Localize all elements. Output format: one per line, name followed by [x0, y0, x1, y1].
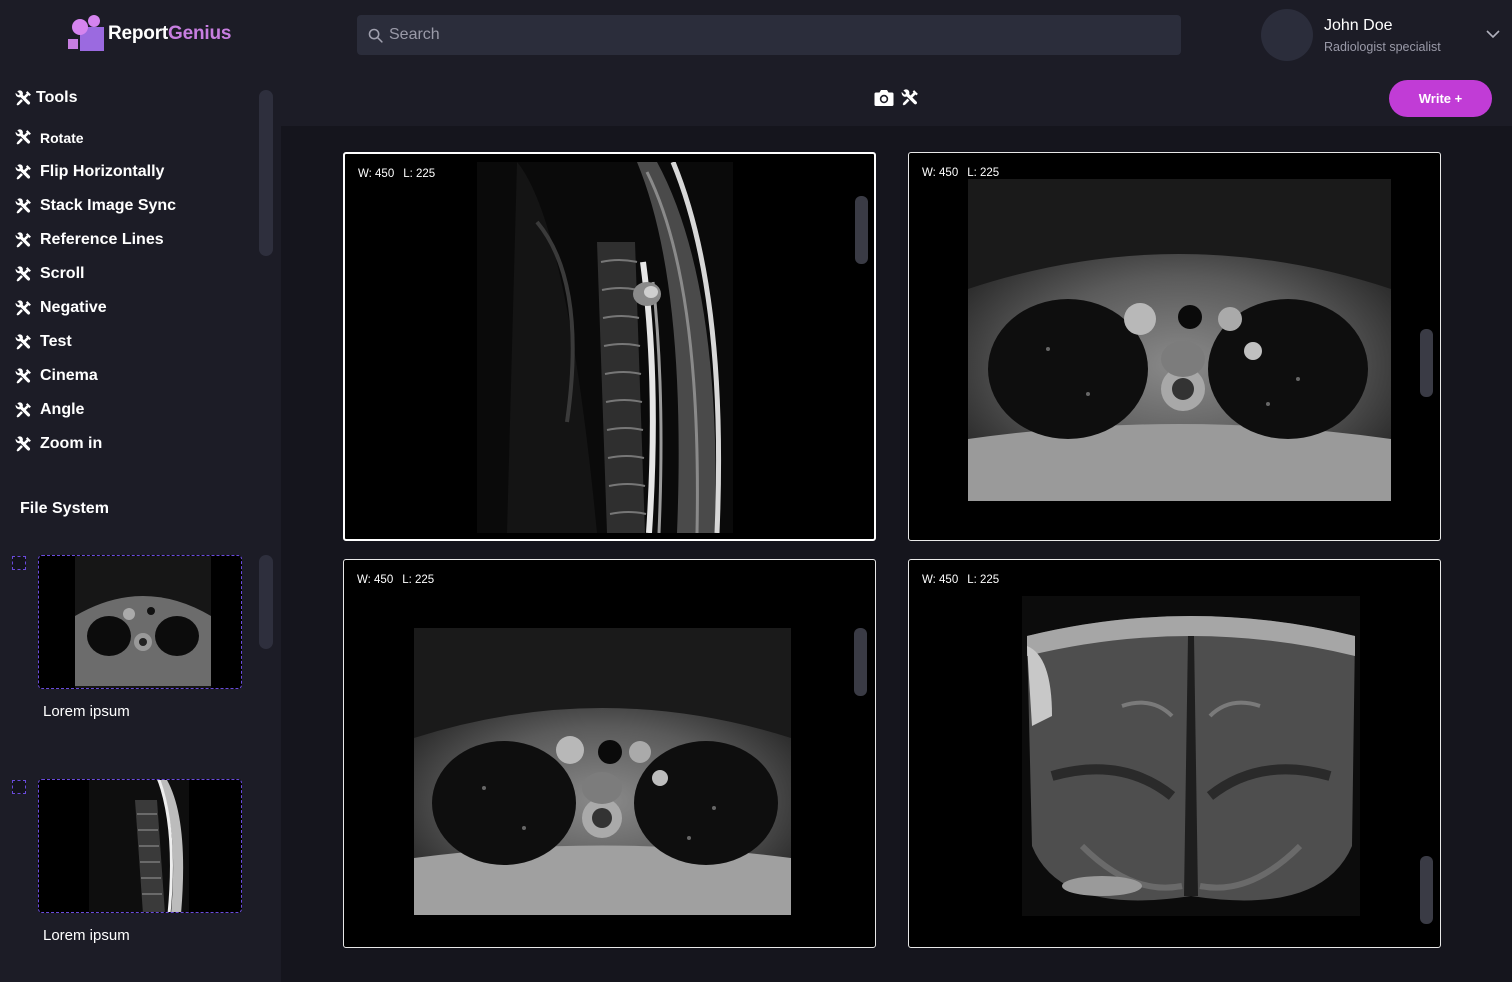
file-thumbnail-axial[interactable] [38, 555, 242, 689]
sagittal-scan-image [477, 162, 733, 533]
write-button[interactable]: Write + [1389, 80, 1492, 117]
tools-icon [15, 90, 32, 107]
user-menu[interactable]: John Doe Radiologist specialist [1261, 9, 1501, 61]
tool-label: Negative [40, 299, 107, 316]
axial-scan-image [414, 628, 791, 915]
file-thumbnail-sagittal[interactable] [38, 779, 242, 913]
window-level: L: 225 [967, 167, 1000, 179]
window-level-readout: W: 450 L: 225 [358, 168, 435, 180]
viewport-scrollbar[interactable] [1420, 329, 1433, 397]
tool-negative[interactable]: Negative [15, 299, 107, 317]
tool-flip-horizontally[interactable]: Flip Horizontally [15, 163, 164, 181]
user-role: Radiologist specialist [1324, 39, 1441, 54]
window-level: L: 225 [403, 168, 436, 180]
logo-icon [68, 15, 106, 53]
viewport-axial-1[interactable]: W: 450 L: 225 [908, 152, 1441, 541]
tools-icon [15, 402, 32, 419]
tool-label: Rotate [40, 129, 84, 146]
viewport-scrollbar[interactable] [855, 196, 868, 264]
viewport-scrollbar[interactable] [854, 628, 867, 696]
window-level: L: 225 [402, 574, 435, 586]
logo-text-accent: Genius [168, 23, 232, 44]
tools-icon [15, 198, 32, 215]
axial-scan-image [968, 179, 1391, 501]
window-width: W: 450 [357, 574, 394, 586]
window-width: W: 450 [922, 167, 959, 179]
tool-scroll[interactable]: Scroll [15, 265, 84, 283]
tool-label: Zoom in [40, 435, 103, 452]
logo-text-primary: Report [108, 23, 169, 44]
tool-label: Stack Image Sync [40, 197, 177, 214]
tools-header[interactable]: Tools [15, 89, 77, 107]
window-level: L: 225 [967, 574, 1000, 586]
search-icon [368, 28, 383, 43]
file-checkbox[interactable] [12, 780, 26, 794]
window-level-readout: W: 450 L: 225 [922, 167, 999, 179]
chevron-down-icon[interactable] [1485, 26, 1501, 42]
tools-icon [15, 164, 32, 181]
camera-icon[interactable] [874, 89, 894, 107]
tools-scrollbar[interactable] [259, 90, 273, 256]
viewport-scrollbar[interactable] [1420, 856, 1433, 924]
window-level-readout: W: 450 L: 225 [357, 574, 434, 586]
tools-icon [15, 232, 32, 249]
window-width: W: 450 [358, 168, 395, 180]
viewport-axial-2[interactable]: W: 450 L: 225 [343, 559, 876, 948]
tool-rotate[interactable]: Rotate [15, 129, 84, 146]
logo-text: ReportGenius [108, 23, 231, 45]
file-system-title: File System [20, 500, 109, 517]
tools-icon [15, 436, 32, 453]
axial-scan-image [75, 556, 211, 688]
tools-icon [15, 129, 32, 146]
tools-icon[interactable] [901, 89, 919, 107]
tool-angle[interactable]: Angle [15, 401, 84, 419]
avatar[interactable] [1261, 9, 1313, 61]
search-input[interactable] [389, 26, 1169, 44]
tool-reference-lines[interactable]: Reference Lines [15, 231, 164, 249]
file-label: Lorem ipsum [43, 703, 130, 720]
tools-icon [15, 368, 32, 385]
tool-stack-image-sync[interactable]: Stack Image Sync [15, 197, 176, 215]
window-width: W: 450 [922, 574, 959, 586]
file-label: Lorem ipsum [43, 927, 130, 944]
tools-icon [15, 334, 32, 351]
tool-label: Angle [40, 401, 85, 418]
viewport-sagittal[interactable]: W: 450 L: 225 [343, 152, 876, 541]
tool-label: Cinema [40, 367, 98, 384]
user-info: John Doe Radiologist specialist [1324, 17, 1441, 54]
user-name: John Doe [1324, 16, 1393, 34]
search-bar[interactable] [357, 15, 1181, 55]
tool-label: Scroll [40, 265, 85, 282]
tools-icon [15, 300, 32, 317]
tool-cinema[interactable]: Cinema [15, 367, 98, 385]
tool-zoom-in[interactable]: Zoom in [15, 435, 102, 453]
coronal-scan-image [1022, 596, 1360, 916]
tool-test[interactable]: Test [15, 333, 72, 351]
sagittal-scan-image [89, 780, 189, 912]
tool-label: Reference Lines [40, 231, 164, 248]
tools-icon [15, 266, 32, 283]
tools-header-label: Tools [36, 89, 78, 106]
tool-label: Flip Horizontally [40, 163, 165, 180]
file-checkbox[interactable] [12, 556, 26, 570]
app-logo[interactable]: ReportGenius [68, 15, 231, 53]
window-level-readout: W: 450 L: 225 [922, 574, 999, 586]
tool-label: Test [40, 333, 72, 350]
file-system-scrollbar[interactable] [259, 555, 273, 649]
viewport-coronal[interactable]: W: 450 L: 225 [908, 559, 1441, 948]
sidebar: Tools Rotate Flip Horizontally Stack Ima… [0, 80, 281, 982]
